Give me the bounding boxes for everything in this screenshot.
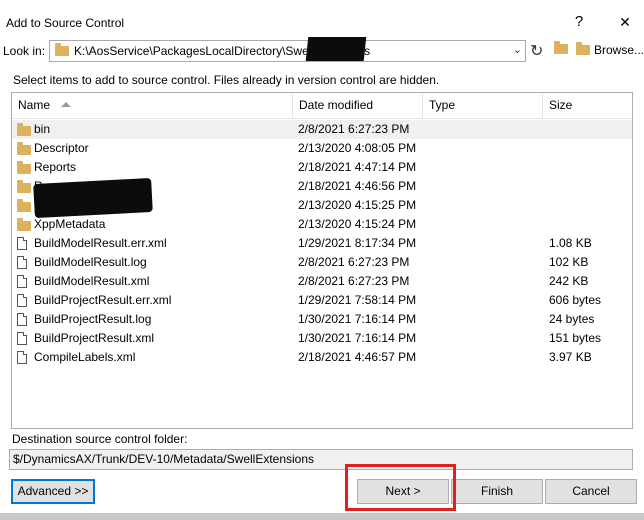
- item-size: 3.97 KB: [549, 350, 592, 364]
- instruction-text: Select items to add to source control. F…: [13, 73, 440, 87]
- chevron-down-icon[interactable]: ⌄: [513, 43, 522, 56]
- list-item[interactable]: BuildModelResult.xml 2/8/2021 6:27:23 PM 2…: [12, 272, 632, 291]
- folder-icon: [576, 41, 590, 55]
- refresh-icon[interactable]: ↻: [530, 41, 543, 61]
- item-name: Reports: [34, 160, 77, 174]
- next-button-highlight: [345, 464, 456, 511]
- redaction-mark: [33, 177, 153, 219]
- list-item[interactable]: BuildModelResult.log 2/8/2021 6:27:23 PM 1…: [12, 253, 632, 272]
- folder-icon: [17, 142, 31, 156]
- column-header-type[interactable]: Type: [423, 93, 543, 118]
- list-item[interactable]: CompileLabels.xml 2/18/2021 4:46:57 PM 3.9…: [12, 348, 632, 367]
- item-name: BuildModelResult.xml: [34, 274, 150, 288]
- list-header: Name Date modified Type Size: [12, 93, 632, 119]
- up-folder-icon[interactable]: [554, 41, 568, 57]
- item-name: BuildModelResult.log: [34, 255, 147, 269]
- file-icon: [17, 275, 27, 289]
- item-date: 2/8/2021 6:27:23 PM: [298, 274, 410, 288]
- list-item[interactable]: bin 2/8/2021 6:27:23 PM: [12, 120, 632, 139]
- item-date: 2/18/2021 4:46:56 PM: [298, 179, 417, 193]
- item-name: BuildModelResult.err.xml: [34, 236, 167, 250]
- folder-icon: [17, 199, 31, 213]
- folder-icon: [17, 123, 31, 137]
- item-size: 606 bytes: [549, 293, 602, 307]
- redaction-mark: [305, 37, 367, 61]
- item-name: Descriptor: [34, 141, 89, 155]
- list-item[interactable]: BuildProjectResult.xml 1/30/2021 7:16:14 …: [12, 329, 632, 348]
- sort-ascending-icon: [61, 102, 71, 107]
- item-name: bin: [34, 122, 51, 136]
- list-item[interactable]: BuildProjectResult.log 1/30/2021 7:16:14 …: [12, 310, 632, 329]
- item-size: 151 bytes: [549, 331, 602, 345]
- item-date: 1/30/2021 7:16:14 PM: [298, 312, 417, 326]
- item-date: 1/30/2021 7:16:14 PM: [298, 331, 417, 345]
- item-date: 2/8/2021 6:27:23 PM: [298, 255, 410, 269]
- item-name: BuildProjectResult.xml: [34, 331, 155, 345]
- folder-icon: [17, 180, 31, 194]
- column-header-size[interactable]: Size: [543, 93, 632, 118]
- column-header-date[interactable]: Date modified: [293, 93, 423, 118]
- folder-icon: [17, 161, 31, 175]
- look-in-label: Look in:: [3, 44, 46, 58]
- look-in-combobox[interactable]: K:\AosService\PackagesLocalDirectory\Swe…: [49, 40, 526, 62]
- help-button[interactable]: ?: [564, 8, 594, 36]
- browse-button[interactable]: Browse...: [576, 41, 644, 57]
- item-date: 1/29/2021 7:58:14 PM: [298, 293, 417, 307]
- window-title: Add to Source Control: [6, 16, 125, 30]
- title-bar: Add to Source Control ? ✕: [0, 0, 644, 36]
- item-size: 1.08 KB: [549, 236, 592, 250]
- item-size: 24 bytes: [549, 312, 595, 326]
- file-icon: [17, 351, 27, 365]
- item-size: 242 KB: [549, 274, 589, 288]
- item-name: BuildProjectResult.err.xml: [34, 293, 172, 307]
- finish-button[interactable]: Finish: [451, 479, 543, 504]
- item-date: 2/8/2021 6:27:23 PM: [298, 122, 410, 136]
- list-item[interactable]: Reports 2/18/2021 4:47:14 PM: [12, 158, 632, 177]
- file-icon: [17, 294, 27, 308]
- item-size: 102 KB: [549, 255, 589, 269]
- file-icon: [17, 332, 27, 346]
- list-item[interactable]: XppMetadata 2/13/2020 4:15:24 PM: [12, 215, 632, 234]
- background-strip: [0, 513, 644, 520]
- file-icon: [17, 256, 27, 270]
- file-icon: [17, 313, 27, 327]
- list-item[interactable]: BuildProjectResult.err.xml 1/29/2021 7:58…: [12, 291, 632, 310]
- browse-label: Browse...: [594, 42, 644, 57]
- item-date: 2/13/2020 4:15:25 PM: [298, 198, 417, 212]
- destination-label: Destination source control folder:: [12, 432, 188, 446]
- item-date: 2/18/2021 4:47:14 PM: [298, 160, 417, 174]
- list-item[interactable]: BuildModelResult.err.xml 1/29/2021 8:17:3…: [12, 234, 632, 253]
- file-icon: [17, 237, 27, 251]
- file-list[interactable]: Name Date modified Type Size bin 2/8/2021…: [11, 92, 633, 429]
- list-item[interactable]: Descriptor 2/13/2020 4:08:05 PM: [12, 139, 632, 158]
- folder-icon: [17, 218, 31, 232]
- item-date: 2/18/2021 4:46:57 PM: [298, 350, 417, 364]
- item-name: BuildProjectResult.log: [34, 312, 152, 326]
- list-rows: bin 2/8/2021 6:27:23 PM Descriptor 2/13/202…: [12, 120, 632, 367]
- item-name: XppMetadata: [34, 217, 106, 231]
- item-date: 1/29/2021 8:17:34 PM: [298, 236, 417, 250]
- item-name: CompileLabels.xml: [34, 350, 136, 364]
- cancel-button[interactable]: Cancel: [545, 479, 637, 504]
- folder-icon: [55, 43, 69, 56]
- item-date: 2/13/2020 4:08:05 PM: [298, 141, 417, 155]
- item-date: 2/13/2020 4:15:24 PM: [298, 217, 417, 231]
- advanced-button[interactable]: Advanced >>: [11, 479, 95, 504]
- destination-folder-field[interactable]: $/DynamicsAX/Trunk/DEV-10/Metadata/Swell…: [9, 449, 633, 470]
- close-button[interactable]: ✕: [610, 8, 640, 36]
- column-header-name[interactable]: Name: [12, 93, 293, 118]
